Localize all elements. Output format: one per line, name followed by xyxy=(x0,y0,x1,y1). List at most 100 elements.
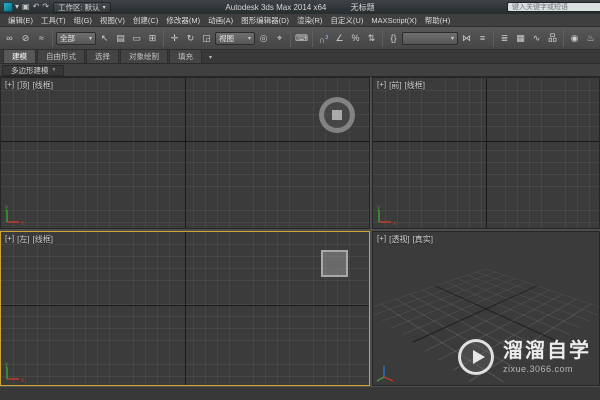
toolbar-separator xyxy=(290,30,291,47)
menu-item[interactable]: 创建(C) xyxy=(129,15,162,26)
viewport-shading-menu[interactable]: [线框] xyxy=(33,234,53,245)
viewport-shading-menu[interactable]: [线框] xyxy=(405,80,425,91)
status-bar xyxy=(0,386,600,400)
bind-spacewarp-icon[interactable]: ≈ xyxy=(34,31,49,46)
viewport-general-menu[interactable]: [+] xyxy=(5,80,14,91)
viewport-perspective[interactable]: [+] [透视] [真实] 溜溜自学 zixue.3066.com xyxy=(372,231,600,386)
menu-item[interactable]: 帮助(H) xyxy=(421,15,454,26)
material-editor-icon[interactable]: ◉ xyxy=(567,31,582,46)
menu-item[interactable]: 工具(T) xyxy=(37,15,70,26)
select-move-icon[interactable]: ✛ xyxy=(167,31,182,46)
video-pause-overlay-icon xyxy=(321,250,348,277)
menu-item[interactable]: 视图(V) xyxy=(96,15,129,26)
play-button-logo-icon xyxy=(458,339,494,375)
menu-item[interactable]: 自定义(U) xyxy=(326,15,367,26)
app-logo-icon[interactable] xyxy=(3,2,13,12)
pivot-center-icon[interactable]: ◎ xyxy=(256,31,271,46)
render-setup-icon[interactable]: ♨ xyxy=(583,31,598,46)
layer-manager-icon[interactable]: ≣ xyxy=(497,31,512,46)
edit-named-sets-icon[interactable]: {} xyxy=(386,31,401,46)
viewport-pov-menu[interactable]: [左] xyxy=(17,234,29,245)
toolbar-separator xyxy=(563,30,564,47)
workspace-label: 工作区: 默认 xyxy=(58,2,100,13)
window-crossing-icon[interactable]: ⊞ xyxy=(145,31,160,46)
menu-bar: 编辑(E)工具(T)组(G)视图(V)创建(C)修改器(M)动画(A)图形编辑器… xyxy=(0,14,600,27)
title-bar: ▾▣↶↷ 工作区: 默认 ▾ Autodesk 3ds Max 2014 x64… xyxy=(0,0,600,14)
ref-coord-dropdown[interactable]: 视图▾ xyxy=(215,32,255,45)
toolbar-separator xyxy=(163,30,164,47)
align-icon[interactable]: ≡ xyxy=(475,31,490,46)
svg-text:x: x xyxy=(393,221,396,226)
snap-toggle-icon[interactable]: ∩3 xyxy=(316,31,331,46)
watermark: 溜溜自学 zixue.3066.com xyxy=(458,339,591,375)
viewport-label: [+] [左] [线框] xyxy=(5,234,53,245)
ribbon-panel-strip: 多边形建模 ▾ xyxy=(0,64,600,77)
workspace-dropdown[interactable]: 工作区: 默认 ▾ xyxy=(53,2,111,13)
viewport-area: [+] [顶] [线框] x y [+] [前] [线框] x y xyxy=(0,77,600,386)
menu-item[interactable]: 修改器(M) xyxy=(162,15,204,26)
axis-gizmo-icon xyxy=(376,361,398,383)
viewport-top[interactable]: [+] [顶] [线框] x y xyxy=(0,77,370,229)
viewport-general-menu[interactable]: [+] xyxy=(377,80,386,91)
rect-region-icon[interactable]: ▭ xyxy=(129,31,144,46)
ribbon-toggle-icon[interactable]: ▦ xyxy=(513,31,528,46)
viewport-front[interactable]: [+] [前] [线框] x y xyxy=(372,77,600,229)
application-menu-caret-icon[interactable]: ▾ xyxy=(15,1,19,13)
percent-snap-icon[interactable]: % xyxy=(348,31,363,46)
schematic-view-icon[interactable]: 品 xyxy=(545,31,560,46)
ribbon-tab[interactable]: 填充 xyxy=(169,49,202,63)
grid-origin-y-axis xyxy=(185,78,186,228)
ribbon-options-caret-icon[interactable]: ▾ xyxy=(209,54,212,63)
svg-text:y: y xyxy=(5,205,8,211)
viewport-general-menu[interactable]: [+] xyxy=(377,234,386,245)
mirror-icon[interactable]: ⋈ xyxy=(459,31,474,46)
select-manipulate-icon[interactable]: ⌖ xyxy=(272,31,287,46)
watermark-site: zixue.3066.com xyxy=(503,364,591,374)
unlink-icon[interactable]: ⊘ xyxy=(18,31,33,46)
toolbar-separator xyxy=(382,30,383,47)
keyboard-override-icon[interactable]: ⌨ xyxy=(294,31,309,46)
redo-icon[interactable]: ↷ xyxy=(42,1,49,13)
select-link-icon[interactable]: ∞ xyxy=(2,31,17,46)
viewport-shading-menu[interactable]: [线框] xyxy=(33,80,53,91)
app-title: Autodesk 3ds Max 2014 x64 xyxy=(225,3,326,12)
toolbar-separator xyxy=(312,30,313,47)
menu-item[interactable]: 图形编辑器(D) xyxy=(237,15,293,26)
watermark-brand: 溜溜自学 xyxy=(503,340,591,362)
infocenter-search-input[interactable] xyxy=(507,2,600,12)
select-rotate-icon[interactable]: ↻ xyxy=(183,31,198,46)
select-object-icon[interactable]: ↖ xyxy=(97,31,112,46)
undo-icon[interactable]: ↶ xyxy=(33,1,40,13)
menu-item[interactable]: MAXScript(X) xyxy=(367,16,420,25)
ribbon-tab[interactable]: 选择 xyxy=(86,49,119,63)
viewport-pov-menu[interactable]: [透视] xyxy=(389,234,409,245)
viewport-general-menu[interactable]: [+] xyxy=(5,234,14,245)
svg-text:y: y xyxy=(377,205,380,211)
save-icon[interactable]: ▣ xyxy=(22,1,30,13)
viewport-shading-menu[interactable]: [真实] xyxy=(413,234,433,245)
svg-text:x: x xyxy=(21,378,24,383)
grid-origin-y-axis xyxy=(486,78,487,228)
polygon-modeling-panel-button[interactable]: 多边形建模 ▾ xyxy=(2,65,64,76)
select-by-name-icon[interactable]: ▤ xyxy=(113,31,128,46)
menu-item[interactable]: 渲染(R) xyxy=(293,15,326,26)
spinner-snap-icon[interactable]: ⇅ xyxy=(364,31,379,46)
viewport-pov-menu[interactable]: [顶] xyxy=(17,80,29,91)
ribbon-tab[interactable]: 对象绘制 xyxy=(120,49,168,63)
selection-filter-dropdown[interactable]: 全部▾ xyxy=(56,32,96,45)
menu-item[interactable]: 编辑(E) xyxy=(4,15,37,26)
menu-item[interactable]: 组(G) xyxy=(70,15,96,26)
select-scale-icon[interactable]: ◲ xyxy=(199,31,214,46)
ribbon-tab[interactable]: 自由形式 xyxy=(37,49,85,63)
ribbon-tabs: 建模自由形式选择对象绘制填充 xyxy=(3,49,202,63)
toolbar-separator xyxy=(493,30,494,47)
viewport-left-active[interactable]: [+] [左] [线框] x y xyxy=(0,231,370,386)
document-title: 无标题 xyxy=(351,3,375,12)
viewport-pov-menu[interactable]: [前] xyxy=(389,80,401,91)
named-sets-dropdown[interactable]: ▾ xyxy=(402,32,458,45)
ribbon-tab[interactable]: 建模 xyxy=(3,49,36,63)
angle-snap-icon[interactable]: ∠ xyxy=(332,31,347,46)
chevron-down-icon: ▾ xyxy=(53,67,56,73)
curve-editor-icon[interactable]: ∿ xyxy=(529,31,544,46)
menu-item[interactable]: 动画(A) xyxy=(204,15,237,26)
